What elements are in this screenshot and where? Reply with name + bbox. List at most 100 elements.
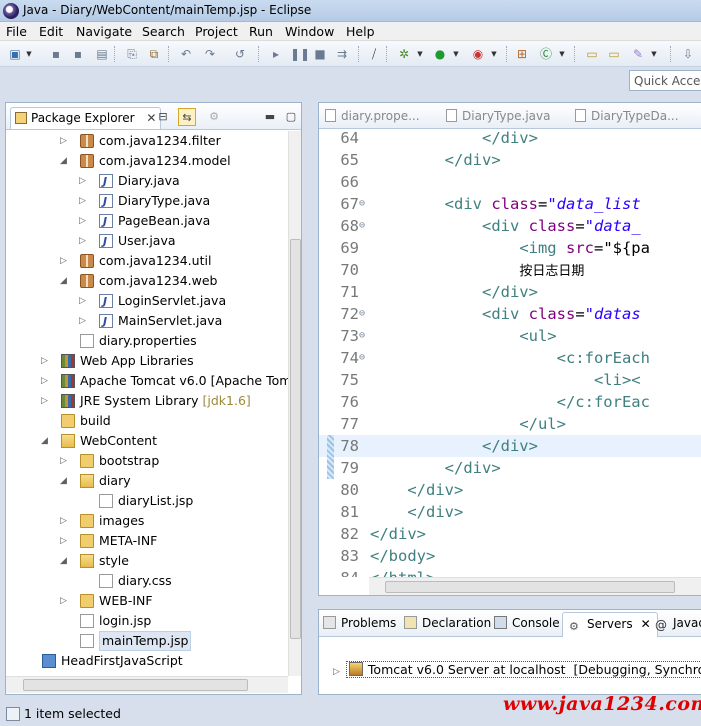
tree-item[interactable]: ▷ Web App Libraries xyxy=(6,351,288,371)
chevron-right-icon[interactable]: ▷ xyxy=(41,351,51,371)
tree-item[interactable]: ▷ WEB-INF xyxy=(6,591,288,611)
fold-toggle-icon[interactable]: ⊖ xyxy=(359,347,365,369)
chevron-right-icon[interactable]: ▷ xyxy=(79,291,89,311)
tree-item[interactable]: ▷ bootstrap xyxy=(6,451,288,471)
tab-console[interactable]: Console xyxy=(494,616,560,630)
fold-toggle-icon[interactable]: ⊖ xyxy=(359,303,365,325)
tree-item[interactable]: mainTemp.jsp xyxy=(6,631,288,651)
chevron-right-icon[interactable]: ▷ xyxy=(60,531,70,551)
tree-item[interactable]: ▷ JRE System Library [jdk1.6] xyxy=(6,391,288,411)
chevron-right-icon[interactable]: ▷ xyxy=(41,391,51,411)
chevron-right-icon[interactable]: ▷ xyxy=(79,171,89,191)
new-java-class-icon[interactable]: Ⓒ xyxy=(538,46,554,62)
chevron-right-icon[interactable]: ▷ xyxy=(60,451,70,471)
chevron-right-icon[interactable]: ▷ xyxy=(60,131,70,151)
tree-item[interactable]: ▷ DiaryType.java xyxy=(6,191,288,212)
editor-horizontal-scrollbar[interactable] xyxy=(369,577,701,595)
suspend-icon[interactable]: ❚❚ xyxy=(290,46,310,62)
next-annotation-icon[interactable]: ⇩ xyxy=(680,46,696,62)
maximize-icon[interactable]: ▢ xyxy=(282,108,300,126)
run-icon[interactable]: ● xyxy=(432,46,448,62)
save-all-icon[interactable]: ▪ xyxy=(70,46,86,62)
view-menu-icon[interactable]: ⚙ xyxy=(205,108,223,126)
scrollbar-thumb[interactable] xyxy=(385,581,675,593)
chevron-right-icon[interactable]: ▷ xyxy=(41,371,51,391)
menu-search[interactable]: Search xyxy=(142,24,185,39)
tree-item[interactable]: ▷ com.java1234.filter xyxy=(6,131,288,151)
chevron-down-icon[interactable]: ◢ xyxy=(60,151,70,171)
fold-toggle-icon[interactable]: ⊖ xyxy=(359,215,365,237)
run-dropdown-icon[interactable]: ▼ xyxy=(452,46,460,62)
tree-item[interactable]: diary.properties xyxy=(6,331,288,351)
redo-icon[interactable]: ↷ xyxy=(202,46,218,62)
menu-file[interactable]: File xyxy=(6,24,27,39)
server-list-item[interactable]: ▷ Tomcat v6.0 Server at localhost [Debugg… xyxy=(333,661,701,678)
tree-item[interactable]: ▷ Apache Tomcat v6.0 [Apache Tomca xyxy=(6,371,288,391)
tree-item[interactable]: diaryList.jsp xyxy=(6,491,288,511)
editor-tab[interactable]: DiaryTypeDa... xyxy=(575,109,679,123)
external-tools-icon[interactable]: ◉ xyxy=(470,46,486,62)
new-java-package-icon[interactable]: ⊞ xyxy=(514,46,530,62)
tree-item[interactable]: ▷ User.java xyxy=(6,231,288,252)
resume-icon[interactable]: ▸ xyxy=(268,46,284,62)
tree-item[interactable]: ▷ MainServlet.java xyxy=(6,311,288,332)
tree-item[interactable]: login.jsp xyxy=(6,611,288,631)
tree-item[interactable]: ◢ WebContent xyxy=(6,431,288,451)
stop-icon[interactable]: ■ xyxy=(312,46,328,62)
debug-dropdown-icon[interactable]: ▼ xyxy=(416,46,424,62)
open-task-icon[interactable]: ▭ xyxy=(606,46,622,62)
code-area[interactable]: 64 </div> 65 </div> 66 67 ⊖ <div class="data… xyxy=(319,129,701,577)
chevron-down-icon[interactable]: ◢ xyxy=(41,431,51,451)
chevron-down-icon[interactable]: ◢ xyxy=(60,271,70,291)
minimize-icon[interactable]: ▬ xyxy=(261,108,279,126)
editor-tab[interactable]: diary.prope... xyxy=(325,109,420,123)
new-icon[interactable]: ▣ xyxy=(7,46,23,62)
search-dropdown-icon[interactable]: ▼ xyxy=(650,46,658,62)
chevron-down-icon[interactable]: ◢ xyxy=(60,551,70,571)
tab-javadoc[interactable]: @ Javad xyxy=(655,616,701,632)
chevron-right-icon[interactable]: ▷ xyxy=(333,667,340,677)
tab-servers[interactable]: ⚙ Servers ✕ xyxy=(562,612,658,637)
chevron-right-icon[interactable]: ▷ xyxy=(60,591,70,611)
close-icon[interactable]: ✕ xyxy=(641,617,651,631)
tree-item[interactable]: ◢ com.java1234.model xyxy=(6,151,288,171)
chevron-right-icon[interactable]: ▷ xyxy=(79,191,89,211)
tree-item[interactable]: ▷ META-INF xyxy=(6,531,288,551)
scrollbar-thumb[interactable] xyxy=(290,239,301,639)
chevron-down-icon[interactable]: ◢ xyxy=(60,471,70,491)
server-entry[interactable]: Tomcat v6.0 Server at localhost [Debuggi… xyxy=(345,661,701,678)
tree-vertical-scrollbar[interactable] xyxy=(288,131,301,676)
fold-toggle-icon[interactable]: ⊖ xyxy=(359,325,365,347)
tree-item[interactable]: diary.css xyxy=(6,571,288,591)
tree-item[interactable]: ◢ com.java1234.web xyxy=(6,271,288,291)
tab-declaration[interactable]: Declaration xyxy=(404,616,491,630)
link-with-editor-icon[interactable]: ⇆ xyxy=(178,108,196,126)
skip-breakpoints-icon[interactable]: ⎘ xyxy=(124,46,140,62)
new-class-dropdown-icon[interactable]: ▼ xyxy=(558,46,566,62)
toggle-breakpoint-icon[interactable]: ⧸ xyxy=(366,46,382,62)
save-icon[interactable]: ▪ xyxy=(48,46,64,62)
menu-run[interactable]: Run xyxy=(249,24,273,39)
tree-item[interactable]: ▷ PageBean.java xyxy=(6,211,288,232)
tree-item[interactable]: ◢ style xyxy=(6,551,288,571)
quick-access-input[interactable]: Quick Access xyxy=(629,70,701,91)
editor-tab[interactable]: DiaryType.java xyxy=(446,109,550,123)
tab-problems[interactable]: Problems xyxy=(323,616,396,630)
search-icon[interactable]: ✎ xyxy=(630,46,646,62)
package-explorer-tab[interactable]: Package Explorer ✕ xyxy=(10,107,162,129)
open-type-icon[interactable]: ▭ xyxy=(584,46,600,62)
external-tools-dropdown-icon[interactable]: ▼ xyxy=(490,46,498,62)
tree-item[interactable]: ▷ LoginServlet.java xyxy=(6,291,288,312)
menu-edit[interactable]: Edit xyxy=(39,24,63,39)
chevron-right-icon[interactable]: ▷ xyxy=(79,231,89,251)
menu-window[interactable]: Window xyxy=(285,24,334,39)
menu-help[interactable]: Help xyxy=(346,24,375,39)
chevron-right-icon[interactable]: ▷ xyxy=(60,251,70,271)
debug-icon[interactable]: ✲ xyxy=(396,46,412,62)
scrollbar-thumb[interactable] xyxy=(23,679,248,691)
collapse-all-icon[interactable]: ⊟ xyxy=(154,108,172,126)
tree-item[interactable]: build xyxy=(6,411,288,431)
fast-view-icon[interactable] xyxy=(6,707,20,721)
new-dropdown-icon[interactable]: ▼ xyxy=(25,46,33,62)
fold-toggle-icon[interactable]: ⊖ xyxy=(359,193,365,215)
